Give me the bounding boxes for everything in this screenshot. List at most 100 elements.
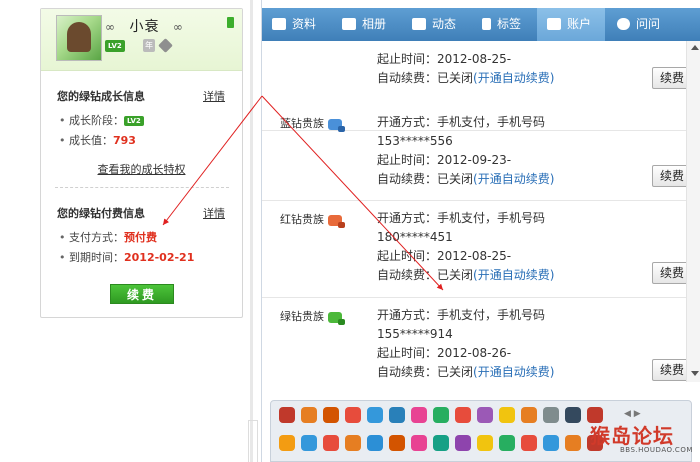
mobile-phone-icon[interactable] — [227, 17, 234, 28]
app-icon[interactable] — [279, 407, 295, 423]
app-icon[interactable] — [323, 435, 339, 451]
tab-profile[interactable]: 资料 — [272, 8, 316, 41]
period-line: 起止时间：2012-08-25- — [377, 247, 554, 266]
scrollbar[interactable] — [686, 41, 700, 382]
service-info: 开通方式：手机支付，手机号码 153*****556 起止时间：2012-09-… — [377, 113, 554, 189]
app-icon[interactable] — [543, 407, 559, 423]
enable-auto-renew-link[interactable]: (开通自动续费) — [473, 71, 554, 85]
payment-method-label: 支付方式： — [59, 231, 124, 244]
app-icon[interactable] — [477, 407, 493, 423]
app-icon[interactable] — [433, 407, 449, 423]
app-icon[interactable] — [389, 407, 405, 423]
open-label: 开通方式： — [377, 211, 438, 225]
payment-section-title: 您的绿钻付费信息 — [57, 207, 145, 220]
tab-feed[interactable]: 动态 — [412, 8, 456, 41]
tab-tags[interactable]: 标签 — [482, 8, 521, 41]
news-feed-icon — [412, 17, 426, 30]
tab-label: 动态 — [432, 17, 457, 31]
app-icon[interactable] — [565, 435, 581, 451]
enable-auto-renew-link[interactable]: (开通自动续费) — [473, 268, 554, 282]
app-icon[interactable] — [521, 407, 537, 423]
open-line: 开通方式：手机支付，手机号码 — [377, 306, 554, 325]
scroll-arrows-icon[interactable]: ◀ ▶ — [624, 409, 641, 419]
period-value: 2012-08-25- — [437, 52, 512, 66]
avatar[interactable] — [56, 15, 102, 61]
app-icon[interactable] — [477, 435, 493, 451]
service-info: 开通方式：手机支付，手机号码 155*****914 起止时间：2012-08-… — [377, 306, 554, 382]
app-icon[interactable] — [345, 407, 361, 423]
tag-icon — [482, 17, 491, 30]
phone-number: 180*****451 — [377, 230, 453, 244]
diamond-badge-icon[interactable] — [158, 38, 173, 53]
tab-label: 相册 — [362, 17, 387, 31]
stage-badge: LV2 — [124, 116, 144, 126]
app-icon[interactable] — [323, 407, 339, 423]
renew-green-button[interactable]: 续费 — [110, 284, 174, 304]
growth-section-title: 您的绿钻成长信息 — [57, 90, 145, 103]
scroll-up-icon[interactable] — [691, 45, 699, 50]
app-icon[interactable] — [279, 435, 295, 451]
service-name-text: 红钻贵族 — [280, 213, 324, 226]
app-icon[interactable] — [367, 407, 383, 423]
app-icon[interactable] — [543, 435, 559, 451]
tab-album[interactable]: 相册 — [342, 8, 386, 41]
growth-privilege-link[interactable]: 查看我的成长特权 — [41, 161, 242, 177]
blue-diamond-icon — [328, 118, 345, 132]
growth-value-row: 成长值：793 — [59, 132, 136, 148]
app-icon[interactable] — [499, 407, 515, 423]
app-icon[interactable] — [301, 435, 317, 451]
panel-divider-box — [248, 420, 258, 462]
open-line: 开通方式：手机支付，手机号码 — [377, 113, 554, 132]
service-item-blue: 蓝钻贵族 开通方式：手机支付，手机号码 153*****556 起止时间：201… — [262, 103, 692, 201]
period-line: 起止时间：2012-08-25- — [377, 50, 554, 69]
app-icon[interactable] — [345, 435, 361, 451]
scroll-down-icon[interactable] — [691, 371, 699, 376]
app-icon[interactable] — [411, 435, 427, 451]
app-icon[interactable] — [411, 407, 427, 423]
auto-label: 自动续费： — [377, 71, 438, 85]
growth-detail-link[interactable]: 详情 — [203, 88, 225, 104]
open-value: 手机支付，手机号码 — [437, 211, 546, 225]
payment-method-row: 支付方式：预付费 — [59, 229, 157, 245]
masked-line: --- --- — [377, 41, 554, 50]
section-divider — [55, 187, 229, 188]
profile-header: ∞ 小衰 ∞ LV2 年 — [41, 9, 242, 71]
tab-account[interactable]: 账户 — [537, 8, 605, 41]
app-icon[interactable] — [301, 407, 317, 423]
enable-auto-renew-link[interactable]: (开通自动续费) — [473, 365, 554, 379]
app-icon[interactable] — [565, 407, 581, 423]
service-info: --- --- 起止时间：2012-08-25- 自动续费：已关闭(开通自动续费… — [377, 41, 554, 88]
service-item-red: 红钻贵族 开通方式：手机支付，手机号码 180*****451 起止时间：201… — [262, 201, 692, 298]
auto-value: 已关闭 — [437, 365, 474, 379]
auto-value: 已关闭 — [437, 71, 474, 85]
app-icon[interactable] — [433, 435, 449, 451]
app-icon[interactable] — [455, 407, 471, 423]
growth-value: 793 — [113, 134, 136, 147]
period-label: 起止时间： — [377, 249, 438, 263]
period-line: 起止时间：2012-08-26- — [377, 344, 554, 363]
open-label: 开通方式： — [377, 308, 438, 322]
period-label: 起止时间： — [377, 153, 438, 167]
auto-renew-line: 自动续费：已关闭(开通自动续费) — [377, 170, 554, 189]
green-diamond-icon — [328, 311, 345, 325]
auto-value: 已关闭 — [437, 268, 474, 282]
app-icon[interactable] — [521, 435, 537, 451]
expire-value: 2012-02-21 — [124, 251, 195, 264]
account-panel: 资料 相册 动态 标签 账户 问问 --- --- 起止时间：2012-08-2… — [261, 0, 700, 462]
level-badge[interactable]: LV2 — [105, 40, 125, 52]
service-name-text: 蓝钻贵族 — [280, 117, 324, 130]
payment-detail-link[interactable]: 详情 — [203, 205, 225, 221]
period-line: 起止时间：2012-09-23- — [377, 151, 554, 170]
service-name: 蓝钻贵族 — [280, 115, 345, 132]
tab-label: 资料 — [292, 17, 317, 31]
year-badge[interactable]: 年 — [143, 39, 155, 52]
tab-questions[interactable]: 问问 — [617, 8, 660, 41]
app-icon[interactable] — [389, 435, 405, 451]
green-diamond-card: ∞ 小衰 ∞ LV2 年 您的绿钻成长信息 详情 成长阶段：LV2 成长值：79… — [40, 8, 243, 318]
app-icon[interactable] — [367, 435, 383, 451]
tab-label: 账户 — [567, 17, 592, 31]
app-icon[interactable] — [455, 435, 471, 451]
service-item-green: 绿钻贵族 开通方式：手机支付，手机号码 155*****914 起止时间：201… — [262, 298, 692, 397]
app-icon[interactable] — [499, 435, 515, 451]
enable-auto-renew-link[interactable]: (开通自动续费) — [473, 172, 554, 186]
